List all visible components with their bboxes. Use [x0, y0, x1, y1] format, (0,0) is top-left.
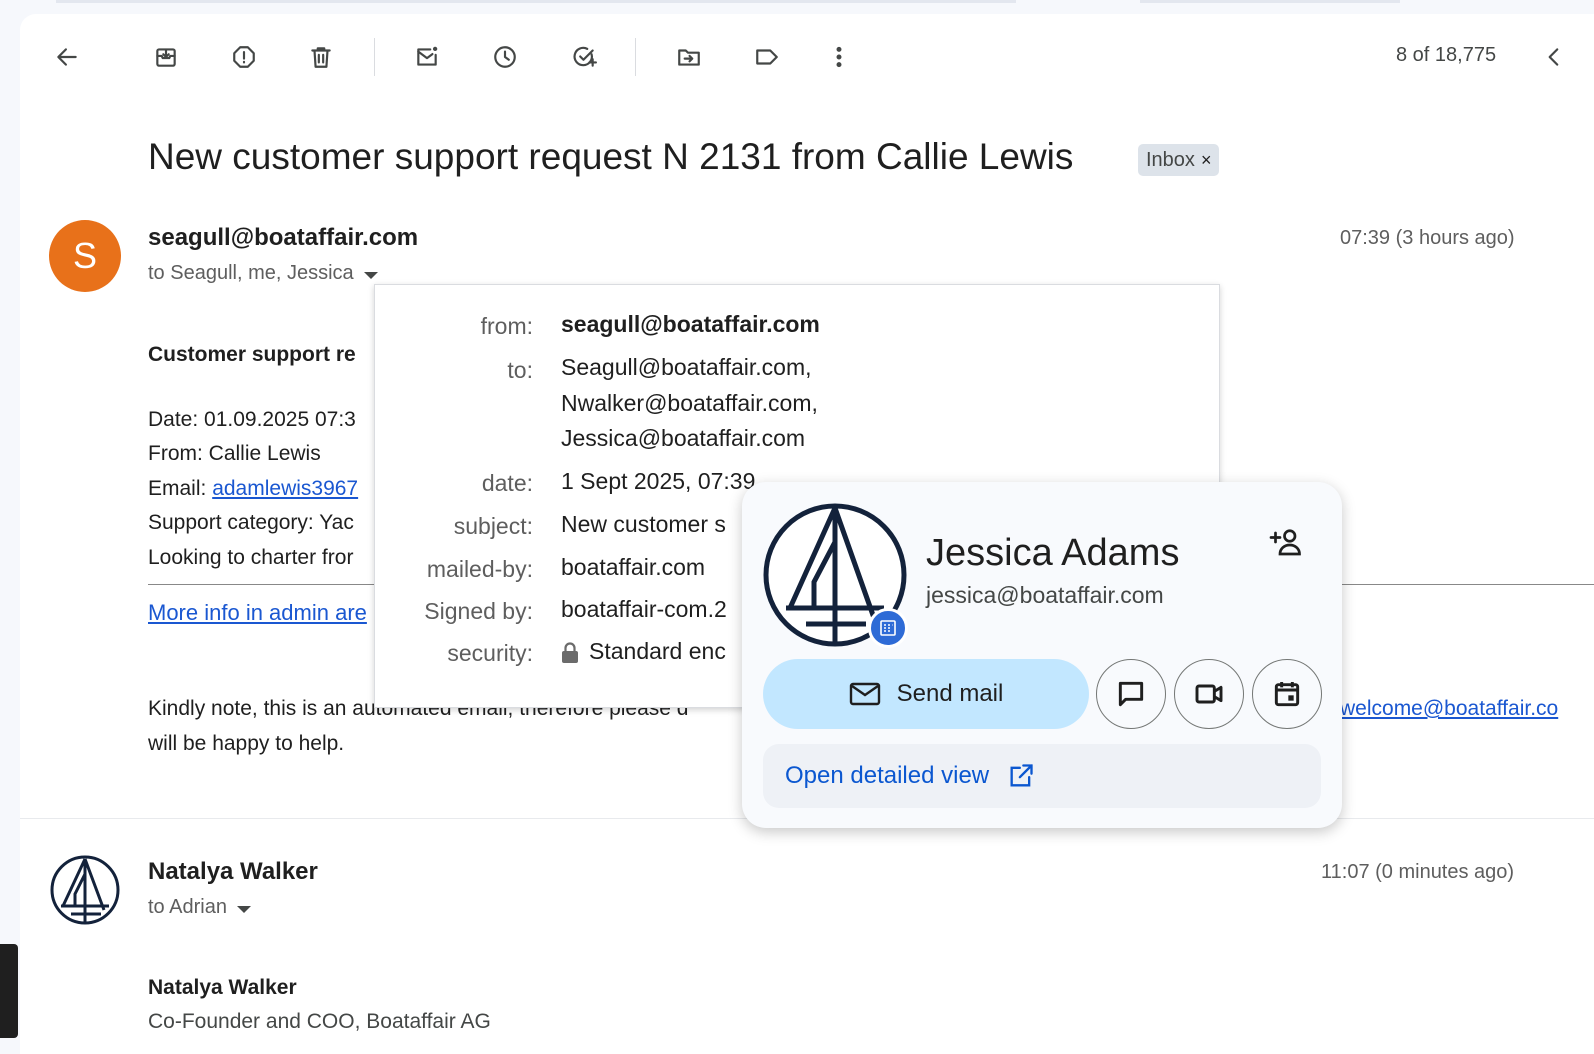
schedule-event-button[interactable]	[1252, 659, 1322, 729]
contact-hovercard: Jessica Adams jessica@boataffair.com Sen…	[742, 482, 1342, 828]
details-value: boataffair.com	[561, 554, 706, 580]
lock-icon	[562, 642, 578, 663]
toolbar-separator	[635, 38, 636, 76]
video-call-button[interactable]	[1174, 659, 1244, 729]
move-to-icon[interactable]	[669, 37, 709, 77]
recipients-text: to Seagull, me, Jessica	[148, 262, 354, 284]
details-value: boataffair-com.2	[561, 596, 727, 622]
top-bar-segment	[1140, 0, 1400, 3]
more-vert-icon[interactable]	[819, 37, 859, 77]
to-address: Nwalker@boataffair.com,	[561, 389, 818, 416]
side-handle[interactable]	[0, 944, 18, 1038]
details-label: mailed-by:	[426, 556, 533, 582]
sender-avatar[interactable]: S	[49, 220, 121, 292]
archive-icon[interactable]	[146, 37, 186, 77]
chip-label: Inbox	[1146, 148, 1195, 171]
signature-name: Natalya Walker	[148, 976, 297, 999]
show-details-caret-icon[interactable]	[236, 905, 251, 913]
signature-title: Co-Founder and COO, Boataffair AG	[148, 1010, 491, 1033]
details-value: Standard enc	[561, 634, 726, 670]
body-date: Date: 01.09.2025 07:3	[148, 407, 356, 431]
add-to-tasks-icon[interactable]	[564, 37, 604, 77]
report-spam-icon[interactable]	[224, 37, 264, 77]
organization-badge-icon	[868, 608, 908, 648]
recipients-line[interactable]: to Seagull, me, Jessica	[148, 262, 378, 285]
recipients-line[interactable]: to Adrian	[148, 896, 251, 919]
to-address: Seagull@boataffair.com,	[561, 354, 812, 380]
label-icon[interactable]	[747, 37, 787, 77]
back-arrow-icon[interactable]	[47, 37, 87, 77]
add-contact-icon[interactable]	[1266, 522, 1306, 562]
body-email: Email: adamlewis3967	[148, 472, 358, 507]
body-email-label: Email:	[148, 476, 213, 500]
body-category: Support category: Yac	[148, 511, 354, 534]
details-label: from:	[480, 313, 533, 339]
details-label: date:	[481, 470, 533, 496]
sender-name[interactable]: seagull@boataffair.com	[148, 224, 418, 252]
snooze-icon[interactable]	[485, 37, 525, 77]
chat-button[interactable]	[1096, 659, 1166, 729]
message-time: 11:07 (0 minutes ago)	[1321, 861, 1515, 883]
delete-icon[interactable]	[301, 37, 341, 77]
details-label: security:	[447, 640, 533, 666]
details-label: Signed by:	[424, 598, 533, 624]
send-mail-label: Send mail	[896, 680, 1004, 707]
calendar-icon	[1274, 682, 1300, 707]
show-details-caret-icon[interactable]	[363, 271, 378, 279]
body-heading: Customer support re	[148, 343, 356, 366]
open-detailed-view-link[interactable]: Open detailed view	[763, 744, 1321, 808]
to-address: Jessica@boataffair.com	[561, 425, 806, 451]
security-text: Standard enc	[589, 638, 726, 664]
mail-icon	[849, 682, 880, 706]
remove-label-icon[interactable]: ×	[1201, 150, 1212, 171]
details-value: seagull@boataffair.com	[561, 311, 820, 337]
details-value: 1 Sept 2025, 07:39	[561, 468, 756, 494]
contact-email: jessica@boataffair.com	[926, 582, 1164, 608]
sender-name[interactable]: Natalya Walker	[148, 858, 318, 886]
contact-name: Jessica Adams	[926, 532, 1180, 574]
body-text: Looking to charter fror	[148, 545, 354, 569]
top-bar-segment	[56, 0, 1016, 3]
top-strip	[0, 0, 1594, 14]
message-time: 07:39 (3 hours ago)	[1340, 227, 1515, 249]
inbox-label-chip: Inbox ×	[1138, 144, 1220, 176]
welcome-email-link[interactable]: welcome@boataffair.co	[1340, 692, 1558, 727]
prev-chevron-icon[interactable]	[1534, 37, 1574, 77]
open-in-new-icon	[1010, 764, 1033, 787]
chat-icon	[1118, 681, 1144, 707]
open-detailed-view-label: Open detailed view	[785, 762, 990, 789]
more-info-link[interactable]: More info in admin are	[148, 600, 367, 626]
details-label: to:	[507, 357, 533, 383]
message-body: Customer support re Date: 01.09.2025 07:…	[148, 338, 358, 575]
details-value-to: Seagull@boataffair.com, Nwalker@boataffa…	[561, 350, 818, 457]
pagination-count: 8 of 18,775	[1396, 44, 1497, 66]
send-mail-button[interactable]: Send mail	[763, 659, 1089, 729]
mark-unread-icon[interactable]	[407, 37, 447, 77]
thread-subject: New customer support request N 2131 from…	[148, 136, 1074, 177]
details-value: New customer s	[561, 511, 726, 537]
customer-email-link[interactable]: adamlewis3967	[212, 477, 358, 500]
details-label: subject:	[453, 513, 533, 539]
body-from: From: Callie Lewis	[148, 442, 321, 465]
boataffair-logo-avatar[interactable]	[49, 854, 121, 926]
toolbar-separator	[374, 38, 375, 76]
recipients-text: to Adrian	[148, 896, 227, 918]
video-camera-icon	[1195, 684, 1223, 704]
